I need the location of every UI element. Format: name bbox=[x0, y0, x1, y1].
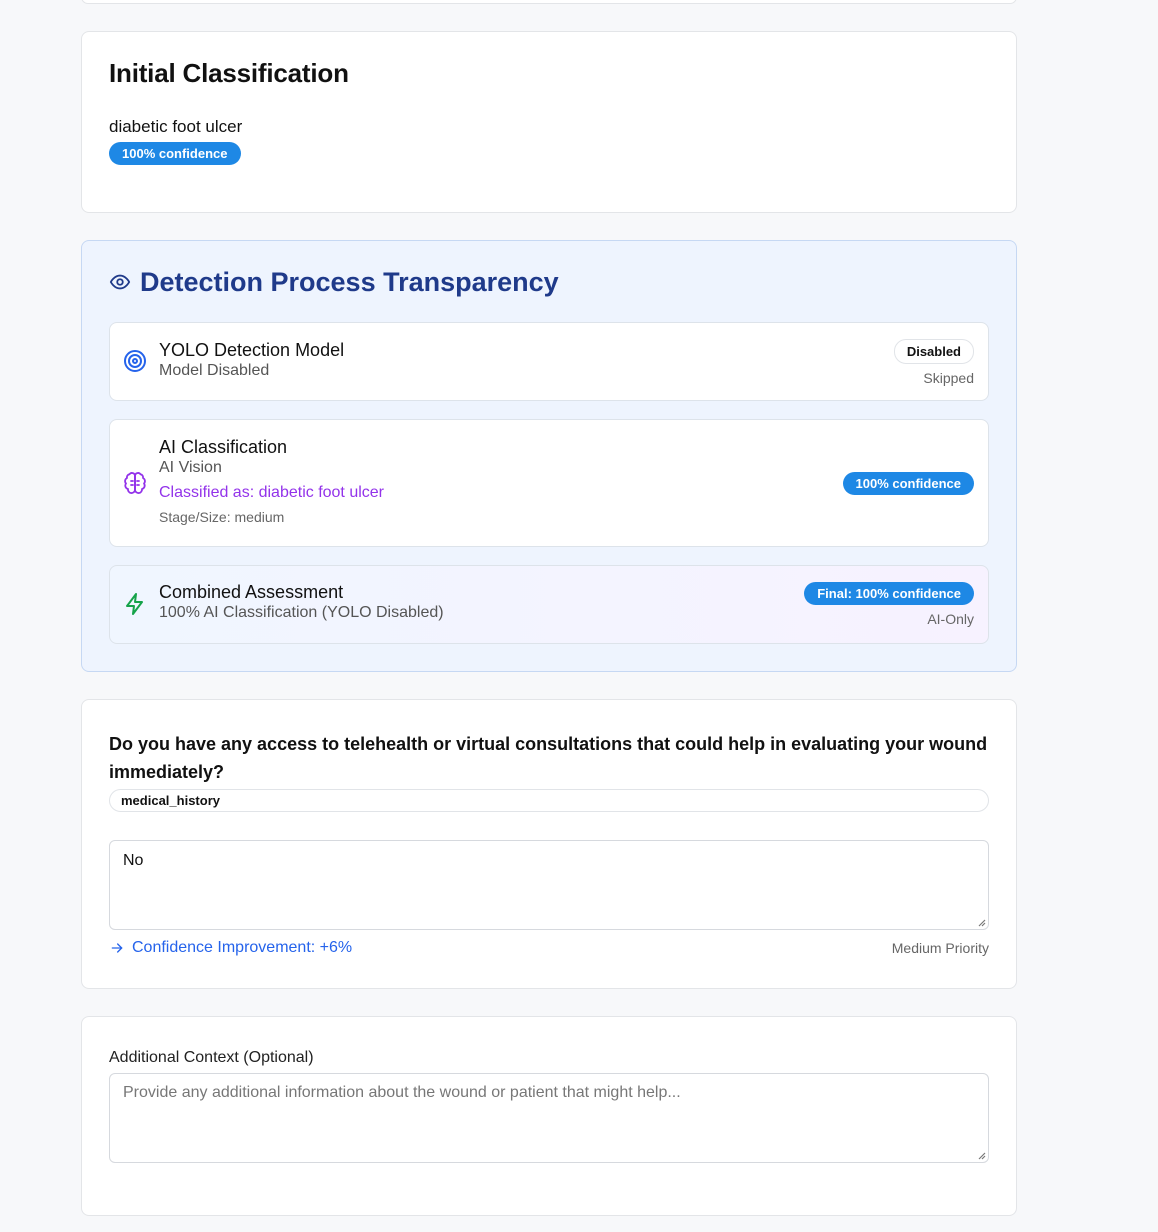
assessment-mode: AI-Only bbox=[927, 611, 974, 627]
question-category-tag: medical_history bbox=[109, 789, 989, 812]
classification-name: diabetic foot ulcer bbox=[109, 117, 243, 136]
confidence-badge: 100% confidence bbox=[109, 142, 241, 165]
ai-stage-size: Stage/Size: medium bbox=[159, 509, 285, 525]
ai-title: AI Classification bbox=[159, 437, 288, 457]
yolo-step: YOLO Detection Model Model Disabled Disa… bbox=[109, 322, 989, 401]
target-icon bbox=[123, 349, 147, 378]
yolo-title: YOLO Detection Model bbox=[159, 340, 345, 360]
initial-classification-card: Initial Classification diabetic foot ulc… bbox=[81, 31, 1017, 213]
priority-label: Medium Priority bbox=[891, 940, 989, 956]
additional-context-label: Additional Context (Optional) bbox=[109, 1049, 314, 1066]
resize-handle-icon[interactable] bbox=[976, 917, 986, 927]
ai-classification-step: AI Classification AI Vision Classified a… bbox=[109, 419, 989, 547]
answer-textarea[interactable]: No bbox=[109, 840, 989, 930]
confidence-improvement-text: Confidence Improvement: +6% bbox=[132, 939, 353, 956]
combined-assessment-step: Combined Assessment 100% AI Classificati… bbox=[109, 565, 989, 644]
question-text: Do you have any access to telehealth or … bbox=[109, 734, 988, 782]
detection-title: Detection Process Transparency bbox=[140, 267, 559, 297]
brain-icon bbox=[123, 471, 147, 500]
arrow-right-icon bbox=[111, 943, 123, 953]
answer-value: No bbox=[123, 852, 144, 869]
yolo-status-text: Skipped bbox=[923, 370, 974, 386]
previous-card bbox=[81, 0, 1017, 4]
final-confidence-badge: Final: 100% confidence bbox=[804, 582, 974, 605]
question-card: Do you have any access to telehealth or … bbox=[81, 699, 1017, 989]
eye-icon bbox=[109, 274, 131, 290]
additional-context-card: Additional Context (Optional) bbox=[81, 1016, 1017, 1216]
yolo-status-badge: Disabled bbox=[893, 339, 974, 364]
additional-context-textarea[interactable] bbox=[110, 1074, 988, 1162]
detection-header: Detection Process Transparency bbox=[109, 266, 989, 298]
initial-classification-title: Initial Classification bbox=[109, 58, 349, 88]
zap-icon bbox=[123, 592, 147, 621]
detection-transparency-card: Detection Process Transparency YOLO Dete… bbox=[81, 240, 1017, 672]
confidence-improvement: Confidence Improvement: +6% bbox=[109, 939, 352, 957]
resize-handle-icon[interactable] bbox=[976, 1150, 986, 1160]
yolo-subtitle: Model Disabled bbox=[159, 362, 270, 379]
ai-confidence-badge: 100% confidence bbox=[842, 472, 974, 495]
